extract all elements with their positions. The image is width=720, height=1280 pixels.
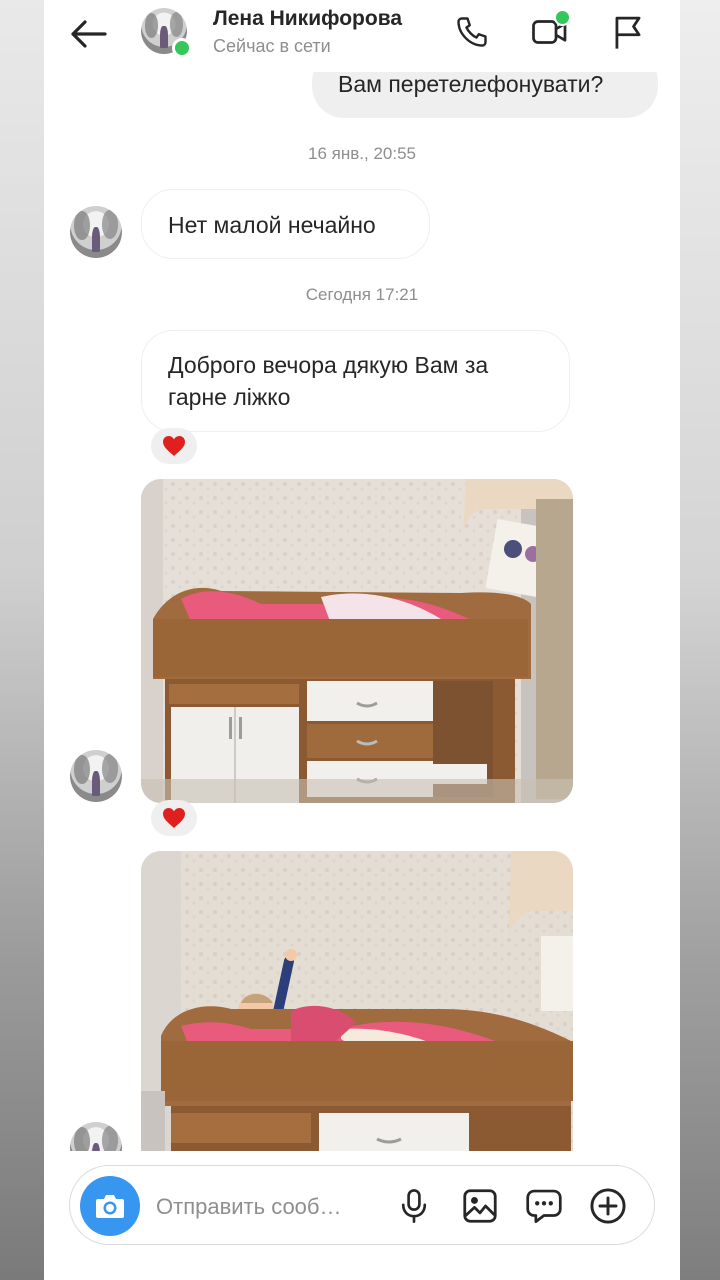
incoming-message-text: Доброго вечора дякую Вам за гарне ліжко <box>168 352 489 410</box>
child-bed-photo <box>141 851 573 1151</box>
message-input[interactable] <box>154 1186 378 1228</box>
sender-avatar[interactable] <box>70 750 122 802</box>
more-options-button[interactable] <box>586 1184 630 1228</box>
frame-right <box>680 0 720 1280</box>
gallery-button[interactable] <box>458 1184 502 1228</box>
video-active-dot <box>554 9 571 26</box>
microphone-icon <box>401 1189 427 1223</box>
online-indicator <box>172 38 192 58</box>
voice-message-button[interactable] <box>392 1184 436 1228</box>
incoming-message-text: Нет малой нечайно <box>168 212 376 238</box>
photo-message[interactable] <box>141 851 573 1151</box>
photo-message[interactable] <box>141 479 573 803</box>
sticker-icon <box>526 1189 562 1223</box>
sticker-button[interactable] <box>522 1184 566 1228</box>
call-button[interactable] <box>452 12 492 52</box>
contact-name[interactable]: Лена Никифорова <box>213 7 402 31</box>
chat-header: Лена Никифорова Сейчас в сети <box>44 0 680 72</box>
incoming-message[interactable]: Нет малой нечайно <box>141 189 430 259</box>
plus-icon <box>590 1188 626 1224</box>
reaction-badge[interactable]: ❤️ <box>151 800 197 836</box>
gallery-icon <box>463 1189 497 1223</box>
heart-icon <box>163 808 185 828</box>
sender-avatar[interactable] <box>70 206 122 258</box>
report-button[interactable] <box>608 12 648 52</box>
incoming-message[interactable]: Доброго вечора дякую Вам за гарне ліжко <box>141 330 570 432</box>
timestamp: Сегодня 17:21 <box>305 285 419 304</box>
outgoing-message-text: Вам перетелефонувати? <box>338 71 604 97</box>
back-button[interactable] <box>66 14 110 54</box>
message-composer <box>69 1165 655 1245</box>
timestamp: 16 янв., 20:55 <box>308 144 416 163</box>
camera-icon <box>96 1195 124 1218</box>
phone-icon <box>457 17 487 47</box>
heart-icon <box>163 436 185 456</box>
back-arrow-icon <box>71 20 107 48</box>
contact-status: Сейчас в сети <box>213 36 331 56</box>
reaction-badge[interactable]: ❤️ <box>151 428 197 464</box>
camera-button[interactable] <box>80 1176 140 1236</box>
frame-left <box>0 0 44 1280</box>
chat-screen: Вам перетелефонувати? Лена Никифорова Се… <box>44 0 680 1280</box>
flag-icon <box>615 16 641 49</box>
bed-photo <box>141 479 573 803</box>
